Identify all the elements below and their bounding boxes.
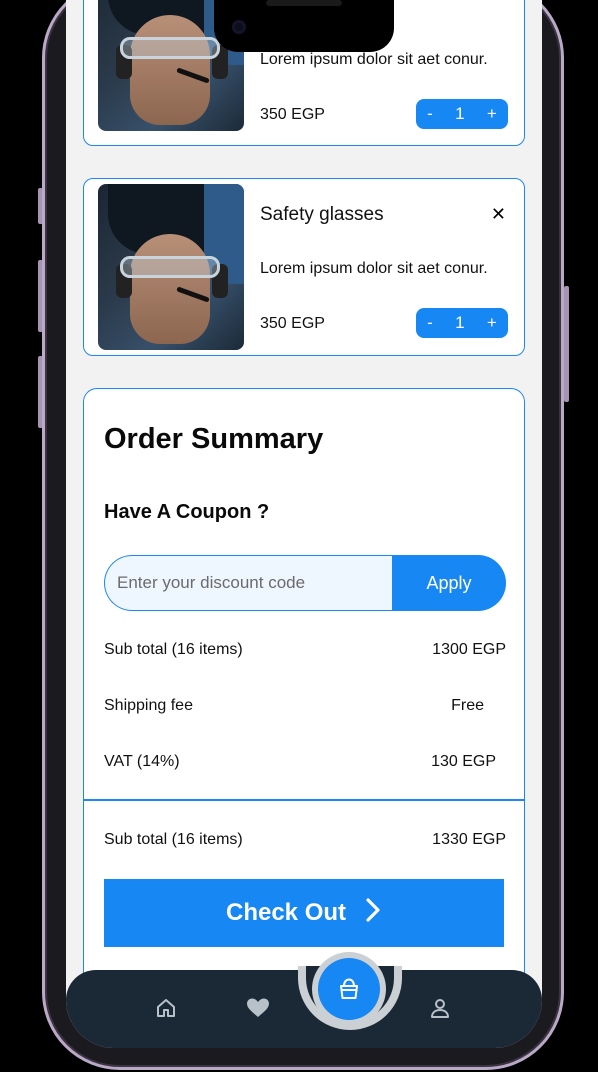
- item-price: 350 EGP: [260, 315, 325, 332]
- total-row: Sub total (16 items) 1330 EGP: [104, 831, 506, 849]
- product-image: [98, 184, 244, 350]
- order-summary-title: Order Summary: [104, 423, 324, 455]
- camera-icon: [232, 20, 246, 34]
- summary-divider: [84, 799, 524, 801]
- item-description: Lorem ipsum dolor sit aet conur.: [260, 260, 488, 277]
- quantity-stepper: - 1 +: [416, 308, 508, 338]
- decrease-quantity-button[interactable]: -: [427, 313, 433, 333]
- phone-notch: [214, 0, 394, 52]
- profile-icon[interactable]: [426, 994, 454, 1022]
- item-description: Lorem ipsum dolor sit aet conur.: [260, 51, 488, 68]
- checkout-button[interactable]: Check Out: [104, 879, 504, 947]
- total-label: Sub total (16 items): [104, 831, 243, 848]
- subtotal-value: 1300 EGP: [432, 641, 506, 658]
- cart-icon: [340, 978, 358, 999]
- vat-label: VAT (14%): [104, 753, 180, 770]
- checkout-label: Check Out: [225, 899, 347, 926]
- vat-row: VAT (14%) 130 EGP: [104, 753, 506, 771]
- item-price: 350 EGP: [260, 106, 325, 123]
- decrease-quantity-button[interactable]: -: [427, 104, 433, 124]
- app-screen: Lorem ipsum dolor sit aet conur. 350 EGP…: [66, 0, 542, 1048]
- subtotal-label: Sub total (16 items): [104, 641, 243, 658]
- heart-icon[interactable]: [244, 994, 272, 1022]
- increase-quantity-button[interactable]: +: [487, 104, 497, 124]
- shipping-value: Free: [451, 697, 484, 714]
- item-name: Safety glasses: [260, 204, 384, 225]
- glasses-shape: [120, 256, 220, 278]
- chevron-right-icon: [364, 897, 382, 930]
- quantity-value: 1: [455, 104, 465, 123]
- power-button: [564, 286, 569, 402]
- speaker-grille: [266, 0, 342, 6]
- remove-item-button[interactable]: ✕: [491, 204, 506, 225]
- subtotal-row: Sub total (16 items) 1300 EGP: [104, 641, 506, 659]
- apply-coupon-button[interactable]: Apply: [392, 555, 506, 611]
- shipping-label: Shipping fee: [104, 697, 193, 714]
- vat-value: 130 EGP: [431, 753, 496, 770]
- quantity-value: 1: [455, 313, 465, 332]
- discount-code-input[interactable]: [104, 555, 392, 611]
- cart-nav-button[interactable]: [318, 958, 380, 1020]
- increase-quantity-button[interactable]: +: [487, 313, 497, 333]
- coupon-form: Apply: [104, 555, 506, 611]
- home-icon[interactable]: [152, 994, 180, 1022]
- shipping-row: Shipping fee Free: [104, 697, 506, 715]
- quantity-stepper: - 1 +: [416, 99, 508, 129]
- total-value: 1330 EGP: [432, 831, 506, 848]
- cart-item-card: Safety glasses ✕ Lorem ipsum dolor sit a…: [83, 178, 525, 356]
- bottom-navigation: [66, 958, 542, 1048]
- order-summary-card: Order Summary Have A Coupon ? Apply Sub …: [83, 388, 525, 1008]
- glasses-shape: [120, 37, 220, 59]
- face-shape: [130, 15, 210, 125]
- face-shape: [130, 234, 210, 344]
- coupon-title: Have A Coupon ?: [104, 501, 270, 523]
